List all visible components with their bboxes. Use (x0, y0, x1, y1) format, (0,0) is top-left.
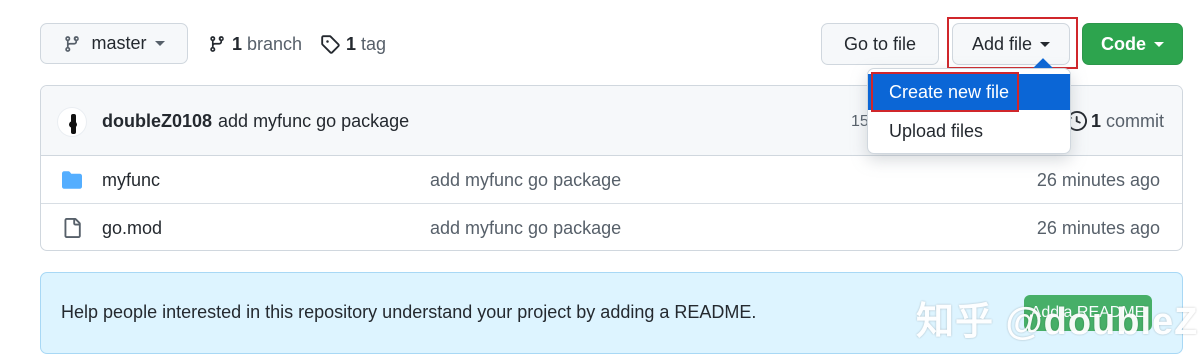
tags-link[interactable]: 1 tag (320, 30, 386, 58)
commits-label: commit (1106, 110, 1165, 131)
add-file-menu: Create new file Upload files (867, 68, 1071, 154)
code-button[interactable]: Code (1082, 23, 1183, 65)
add-readme-label: Add a README (1030, 304, 1146, 321)
menu-item-label: Upload files (889, 120, 984, 141)
go-to-file-button[interactable]: Go to file (821, 23, 939, 65)
menu-item-upload-files[interactable]: Upload files (868, 113, 1070, 149)
menu-item-create-new-file[interactable]: Create new file (868, 74, 1070, 110)
branch-selector-button[interactable]: master (40, 23, 188, 64)
avatar[interactable] (57, 107, 87, 137)
go-to-file-label: Go to file (843, 33, 917, 54)
branch-selector-label: master (91, 33, 147, 53)
file-icon (64, 218, 81, 238)
file-commit-message-link[interactable]: add myfunc go package (430, 204, 621, 250)
branches-link[interactable]: 1 branch (208, 30, 302, 58)
tag-count: 1 (346, 33, 357, 54)
add-file-label: Add file (971, 33, 1033, 54)
commits-count: 1 (1091, 110, 1102, 131)
git-branch-icon (65, 35, 80, 52)
file-row[interactable]: myfunc add myfunc go package 26 minutes … (41, 156, 1182, 204)
file-time: 26 minutes ago (1036, 217, 1160, 238)
add-readme-button[interactable]: Add a README (1024, 295, 1152, 331)
chevron-down-icon (1154, 41, 1164, 47)
file-row[interactable]: go.mod add myfunc go package 26 minutes … (41, 204, 1182, 250)
tag-label: tag (361, 33, 387, 54)
file-commit-message-link[interactable]: add myfunc go package (430, 156, 621, 204)
code-label: Code (1101, 33, 1146, 54)
readme-banner: Help people interested in this repositor… (40, 272, 1183, 354)
folder-icon (62, 171, 82, 189)
chevron-down-icon (154, 41, 165, 46)
add-file-button[interactable]: Add file (952, 23, 1070, 65)
branch-count: 1 (232, 33, 243, 54)
menu-item-label: Create new file (889, 81, 1010, 102)
chevron-down-icon (1040, 41, 1051, 47)
branch-label: branch (247, 33, 303, 54)
file-name-link[interactable]: go.mod (102, 204, 162, 250)
git-branch-icon (210, 36, 224, 52)
commit-author-link[interactable]: doubleZ0108 (102, 111, 212, 132)
file-time: 26 minutes ago (1036, 169, 1160, 190)
file-name-link[interactable]: myfunc (102, 156, 160, 204)
commit-message-link[interactable]: add myfunc go package (218, 111, 409, 132)
commits-history-link[interactable]: 1 commit (1067, 86, 1164, 156)
tag-icon (321, 35, 340, 54)
readme-banner-text: Help people interested in this repositor… (61, 302, 757, 322)
